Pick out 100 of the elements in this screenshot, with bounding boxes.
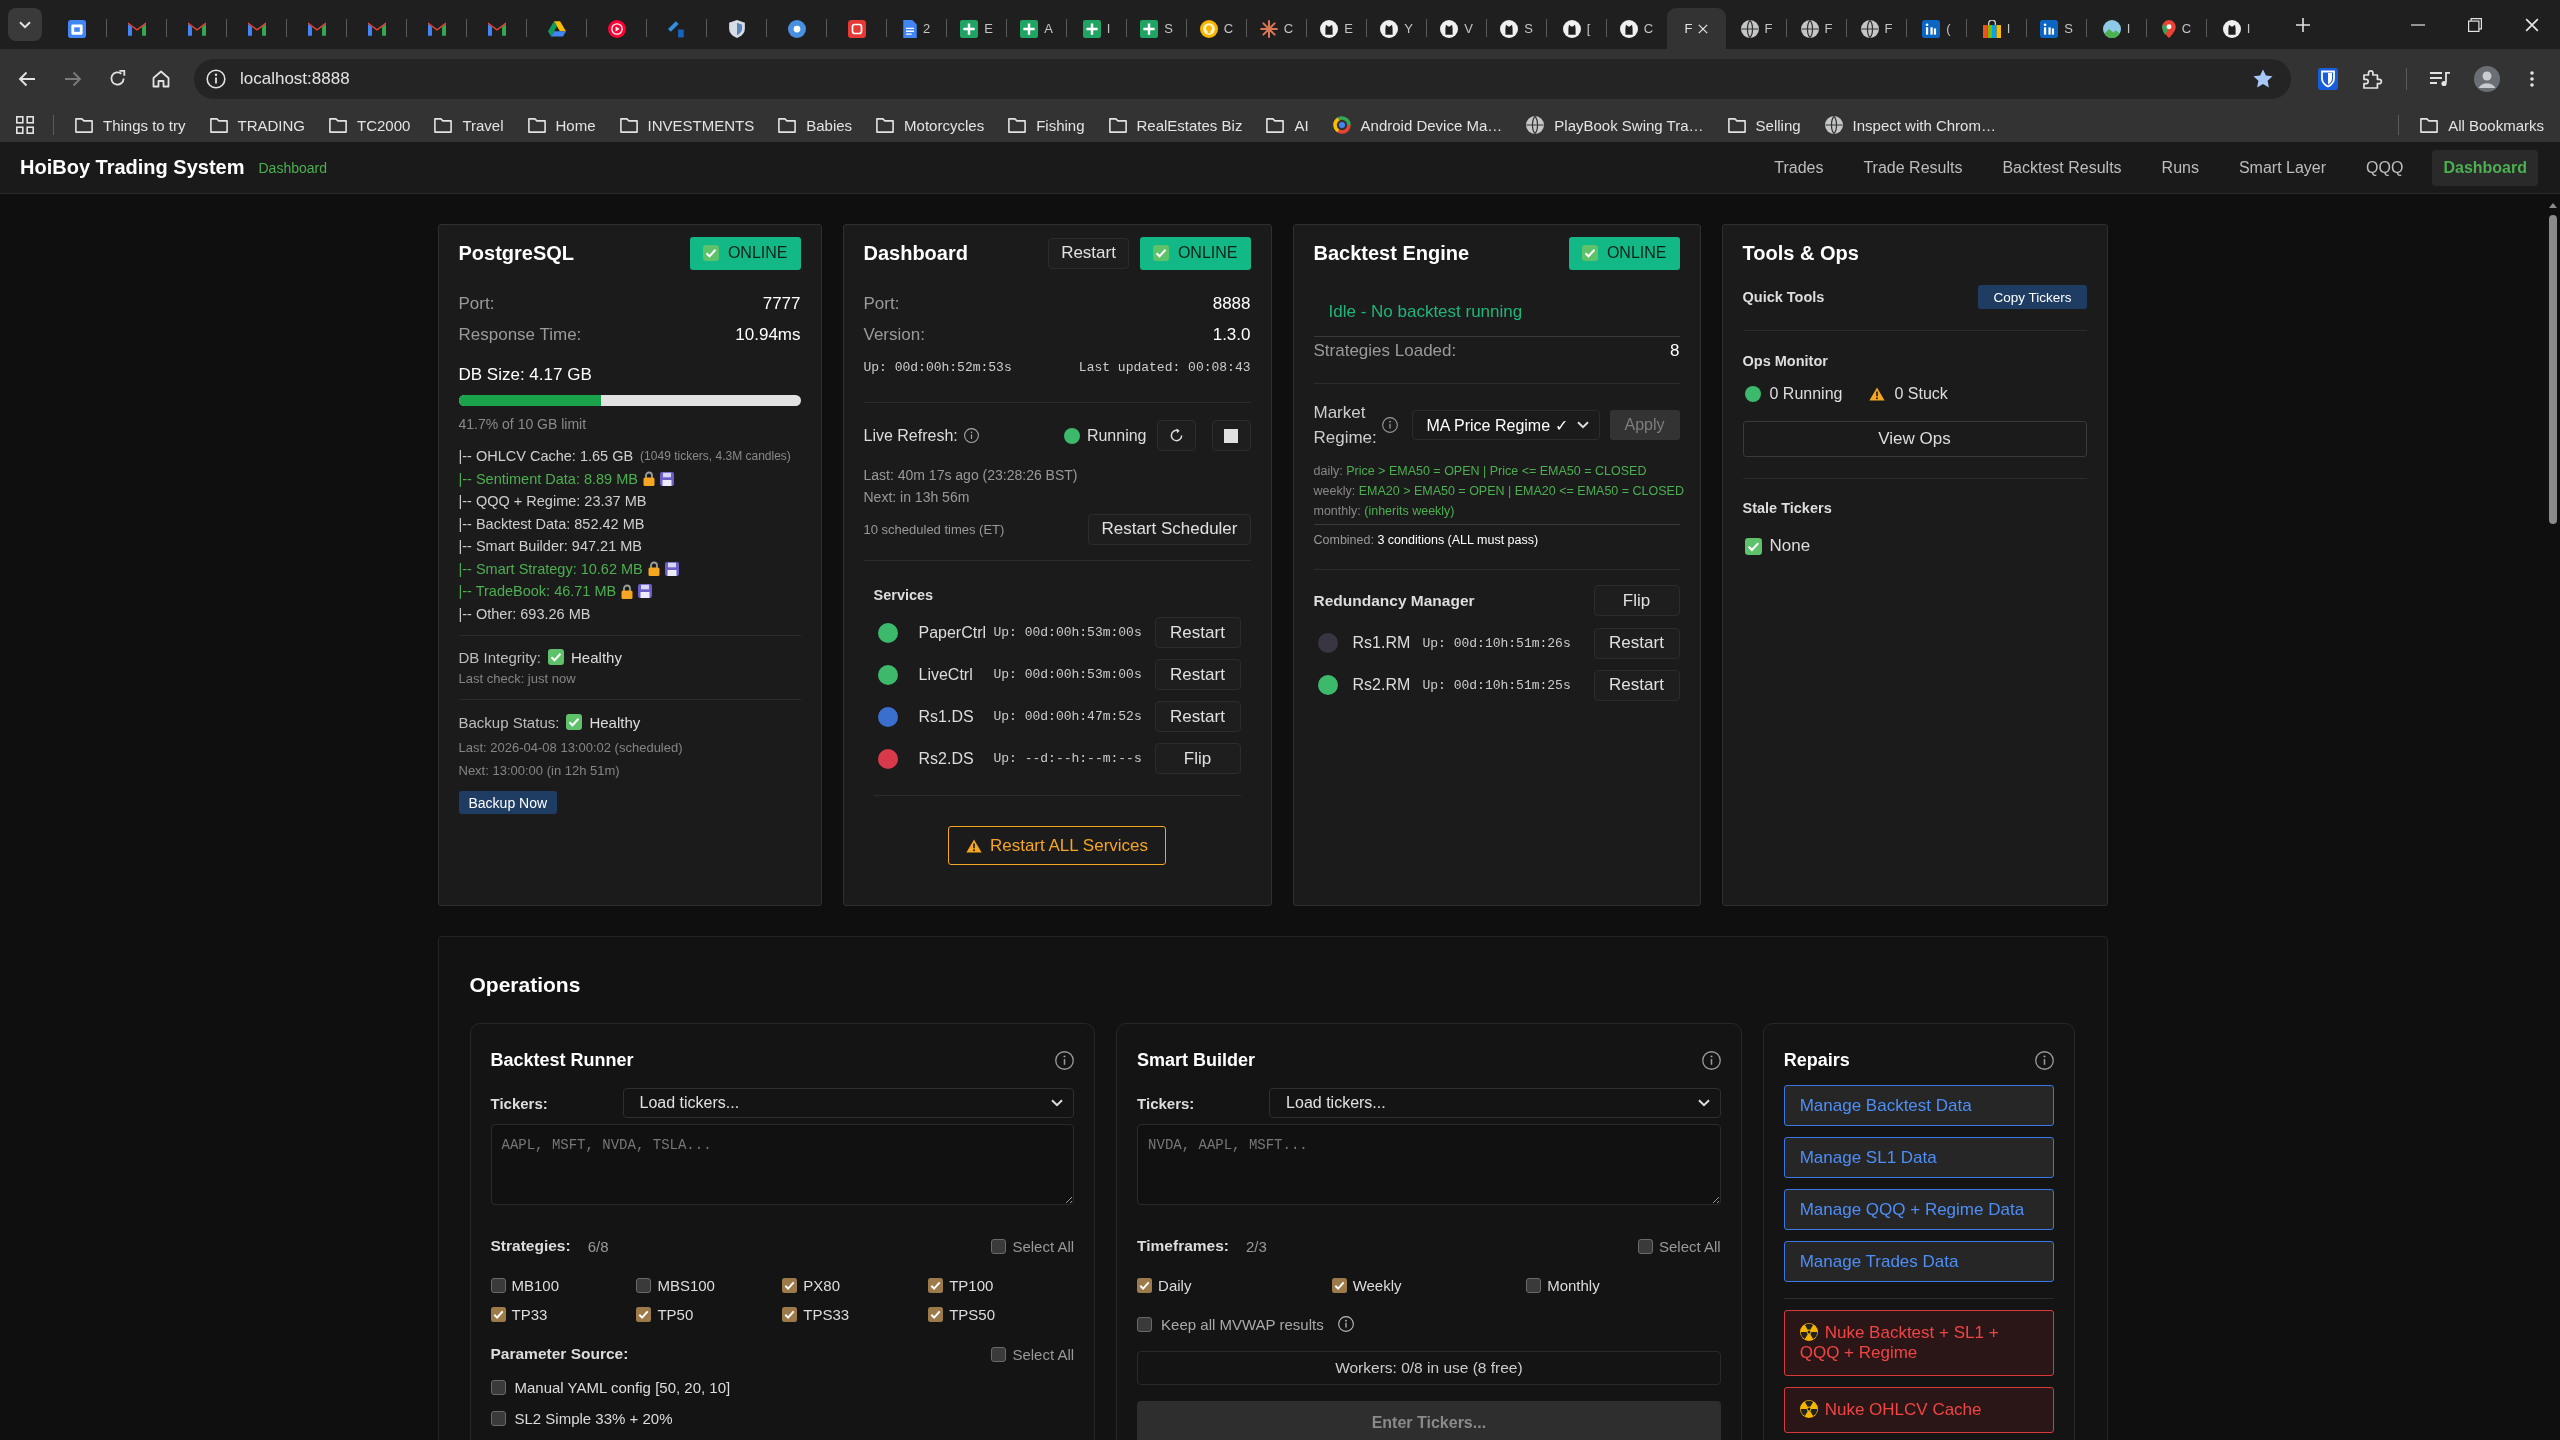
bookmark[interactable]: PlayBook Swing Tra… — [1518, 111, 1712, 139]
nav-link[interactable]: Trade Results — [1852, 149, 1974, 186]
tickers-select[interactable]: Load tickers... — [1269, 1088, 1721, 1118]
shield-icon[interactable] — [2318, 67, 2338, 90]
browser-tab[interactable]: 2 — [887, 8, 946, 49]
browser-tab[interactable]: F — [1727, 8, 1786, 49]
checkbox[interactable] — [1638, 1238, 1653, 1254]
nav-link[interactable]: Dashboard — [2432, 149, 2538, 186]
window-close-icon[interactable] — [2524, 17, 2539, 32]
checkbox[interactable] — [928, 1306, 944, 1322]
bookmark[interactable]: All Bookmarks — [2412, 111, 2552, 139]
stop-button[interactable] — [1211, 420, 1251, 451]
bookmark[interactable]: Inspect with Chrom… — [1816, 111, 2004, 139]
service-action-button[interactable]: Restart — [1154, 701, 1241, 732]
bookmark[interactable]: RealEstates Biz — [1100, 111, 1251, 139]
browser-tab[interactable]: E — [947, 8, 1006, 49]
bookmark[interactable]: Babies — [770, 111, 861, 139]
nav-link[interactable]: Runs — [2150, 149, 2210, 186]
browser-tab[interactable]: C — [1607, 8, 1666, 49]
minimize-icon[interactable] — [2410, 23, 2425, 26]
scroll-up-icon[interactable] — [2548, 203, 2557, 208]
checkbox[interactable] — [991, 1346, 1007, 1362]
checkbox[interactable] — [490, 1410, 506, 1426]
apps-grid-icon[interactable] — [16, 116, 34, 134]
browser-tab[interactable]: I — [1067, 8, 1126, 49]
scrollbar-thumb[interactable] — [2548, 215, 2557, 524]
nuke-button[interactable]: Nuke Backtest + SL1 + QQQ + Regime — [1783, 1310, 2055, 1376]
star-icon[interactable] — [2253, 69, 2273, 88]
checkbox[interactable] — [782, 1306, 798, 1322]
close-icon[interactable] — [1698, 23, 1709, 34]
nav-link[interactable]: QQQ — [2355, 149, 2415, 186]
tickers-input[interactable]: NVDA, AAPL, MSFT... — [1137, 1124, 1721, 1205]
checkbox[interactable] — [1137, 1277, 1153, 1293]
bookmark[interactable]: Selling — [1719, 111, 1809, 139]
view-ops-button[interactable]: View Ops — [1742, 421, 2087, 457]
copy-tickers-button[interactable]: Copy Tickers — [1978, 285, 2087, 309]
browser-tab[interactable]: A — [1007, 8, 1066, 49]
manage-data-button[interactable]: Manage SL1 Data — [1783, 1137, 2055, 1178]
refresh-button[interactable] — [1156, 420, 1196, 451]
checkbox[interactable] — [1331, 1277, 1347, 1293]
browser-tab[interactable]: E — [1307, 8, 1366, 49]
restart-all-button[interactable]: Restart ALL Services — [947, 826, 1167, 865]
backup-now-button[interactable]: Backup Now — [458, 791, 558, 814]
bookmark[interactable]: Android Device Ma… — [1324, 111, 1511, 139]
bookmark[interactable]: Things to try — [67, 111, 194, 139]
checkbox[interactable] — [782, 1277, 798, 1293]
site-info-icon[interactable] — [206, 68, 226, 89]
browser-tab[interactable]: C — [2147, 8, 2206, 49]
reload-icon[interactable] — [109, 70, 126, 87]
browser-tab[interactable]: S — [2027, 8, 2086, 49]
service-action-button[interactable]: Restart — [1154, 659, 1241, 690]
checkbox[interactable] — [1137, 1316, 1153, 1332]
avatar-icon[interactable] — [2474, 65, 2500, 92]
browser-tab[interactable]: ( — [1907, 8, 1966, 49]
checkbox[interactable] — [636, 1306, 652, 1322]
nav-link[interactable]: Trades — [1763, 149, 1835, 186]
service-action-button[interactable]: Flip — [1154, 743, 1241, 774]
browser-tab[interactable]: V — [1427, 8, 1486, 49]
checkbox[interactable] — [490, 1306, 506, 1322]
manage-data-button[interactable]: Manage QQQ + Regime Data — [1783, 1189, 2055, 1230]
checkbox[interactable] — [490, 1277, 506, 1293]
address-bar[interactable]: localhost:8888 — [194, 58, 2291, 99]
browser-tab[interactable]: I — [2087, 8, 2146, 49]
browser-tab[interactable]: S — [1487, 8, 1546, 49]
browser-tab[interactable]: Y — [1367, 8, 1426, 49]
browser-tab[interactable]: F — [1667, 8, 1726, 49]
tickers-input[interactable]: AAPL, MSFT, NVDA, TSLA... — [490, 1124, 1075, 1205]
regime-select[interactable]: MA Price Regime ✓ — [1411, 410, 1600, 440]
browser-tab[interactable]: C — [1187, 8, 1246, 49]
browser-tab[interactable]: C — [1247, 8, 1306, 49]
manage-data-button[interactable]: Manage Backtest Data — [1783, 1085, 2055, 1126]
tab-search-button[interactable] — [8, 8, 42, 41]
manage-data-button[interactable]: Manage Trades Data — [1783, 1241, 2055, 1282]
bookmark[interactable]: AI — [1258, 111, 1317, 139]
bookmark[interactable]: TC2000 — [321, 111, 419, 139]
browser-tab[interactable]: F — [1847, 8, 1906, 49]
queue-icon[interactable] — [2430, 70, 2450, 87]
bookmark[interactable]: Home — [519, 111, 604, 139]
restart-scheduler-button[interactable]: Restart Scheduler — [1088, 513, 1251, 545]
checkbox[interactable] — [490, 1379, 506, 1395]
new-tab-icon[interactable] — [2296, 18, 2310, 32]
home-icon[interactable] — [152, 69, 170, 88]
nav-link[interactable]: Backtest Results — [1991, 149, 2133, 186]
restart-button[interactable]: Restart — [1048, 237, 1129, 269]
bookmark[interactable]: TRADING — [201, 111, 314, 139]
browser-tab[interactable]: S — [1127, 8, 1186, 49]
bookmark[interactable]: INVESTMENTS — [611, 111, 763, 139]
service-action-button[interactable]: Restart — [1593, 669, 1680, 701]
bookmark[interactable]: Fishing — [1000, 111, 1093, 139]
flip-button[interactable]: Flip — [1593, 585, 1680, 616]
checkbox[interactable] — [928, 1277, 944, 1293]
tickers-select[interactable]: Load tickers... — [622, 1088, 1075, 1118]
checkbox[interactable] — [636, 1277, 652, 1293]
restore-icon[interactable] — [2467, 17, 2482, 32]
browser-tab[interactable]: [ — [1547, 8, 1606, 49]
bookmark[interactable]: Travel — [426, 111, 512, 139]
browser-tab[interactable]: F — [1787, 8, 1846, 49]
puzzle-icon[interactable] — [2363, 68, 2383, 89]
service-action-button[interactable]: Restart — [1593, 627, 1680, 659]
back-icon[interactable] — [18, 70, 36, 87]
